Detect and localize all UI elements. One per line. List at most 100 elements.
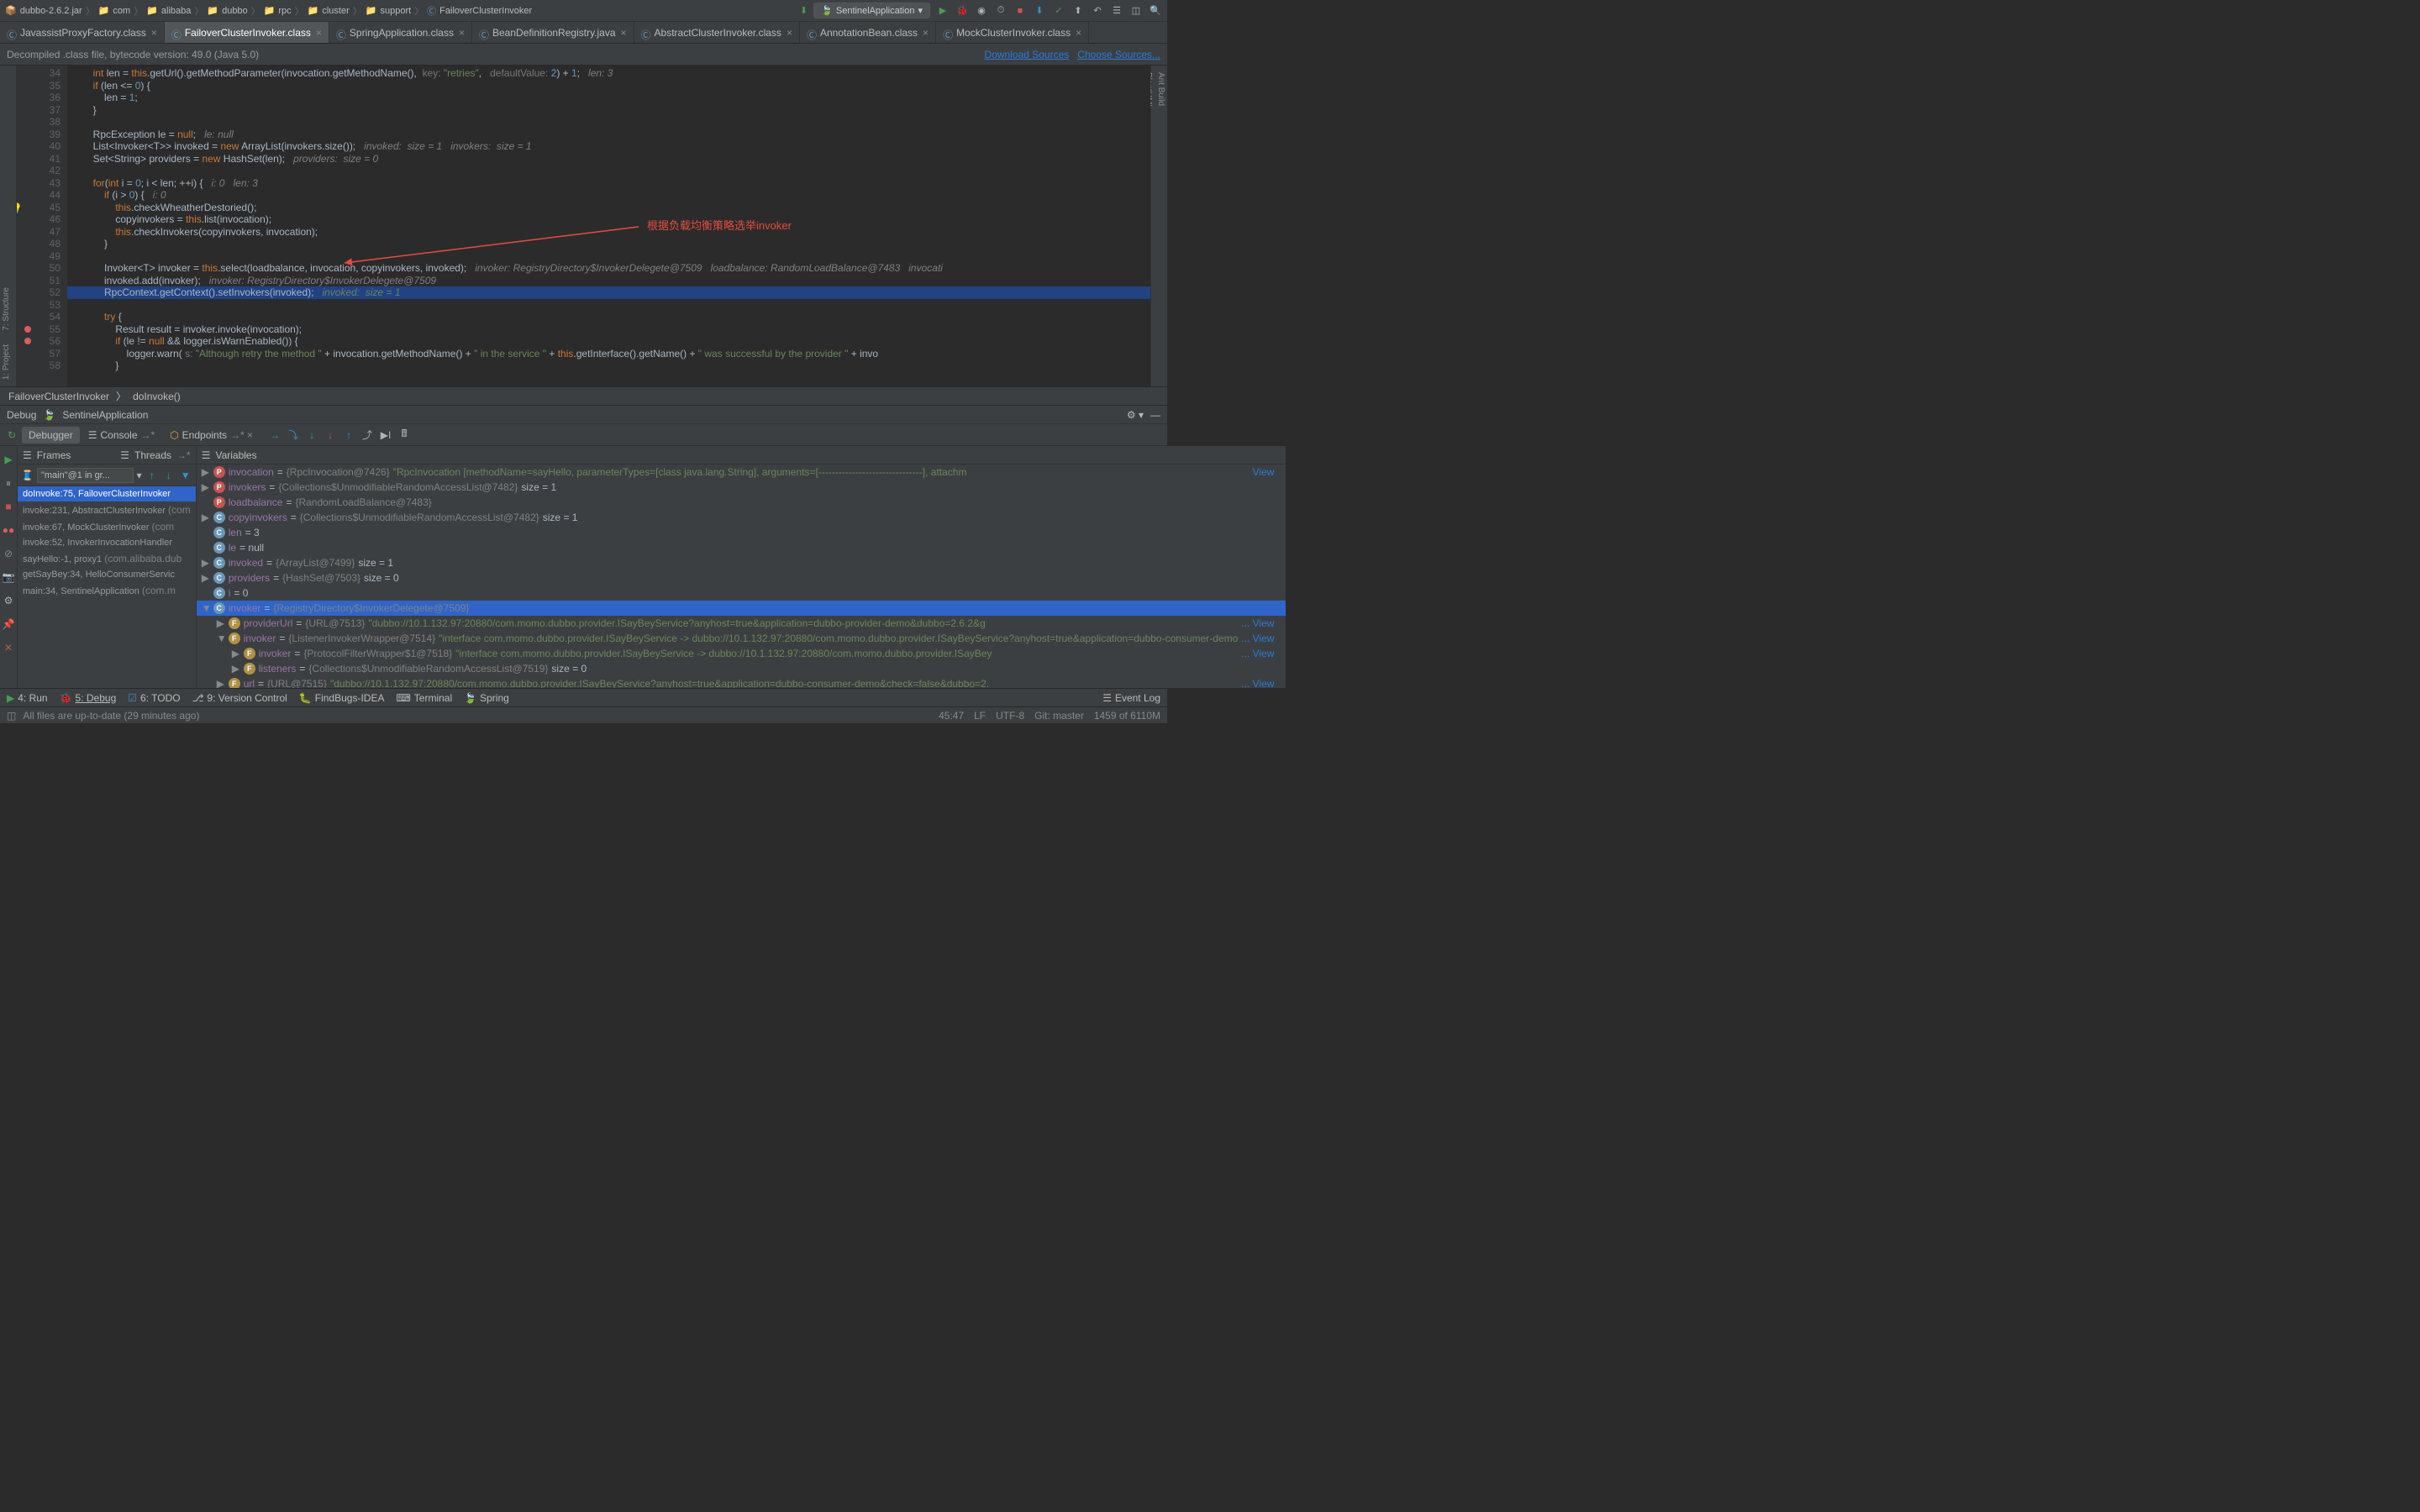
bulb-icon[interactable]: 💡 — [17, 202, 23, 215]
tool-ant[interactable]: Ant Build — [1155, 66, 1167, 386]
tool-project[interactable]: 1: Project — [0, 338, 16, 386]
variable-row[interactable]: ▶Finvoker = {ProtocolFilterWrapper$1@751… — [197, 646, 1286, 661]
terminal-tool[interactable]: ⌨Terminal — [396, 692, 452, 704]
tab-debugger[interactable]: Debugger — [22, 427, 80, 444]
tab-console[interactable]: ☰Console→* — [82, 427, 161, 444]
breakpoints-icon[interactable]: ●● — [0, 522, 17, 538]
run-icon[interactable]: ▶ — [936, 4, 950, 18]
run-tool[interactable]: ▶4: Run — [7, 692, 48, 704]
variable-row[interactable]: ▶FproviderUrl = {URL@7513} "dubbo://10.1… — [197, 616, 1286, 631]
dump-icon[interactable]: 📷 — [0, 569, 17, 585]
download-sources-link[interactable]: Download Sources — [985, 49, 1070, 60]
code-content[interactable]: int len = this.getUrl().getMethodParamet… — [67, 66, 1150, 386]
coverage-icon[interactable]: ◉ — [975, 4, 988, 18]
line-ending[interactable]: LF — [974, 710, 986, 722]
pin-icon[interactable]: 📌 — [0, 616, 17, 633]
thread-select[interactable]: "main"@1 in gr... — [37, 468, 134, 483]
crumb-class[interactable]: FailoverClusterInvoker — [439, 6, 532, 16]
drop-frame-icon[interactable]: ⤴ — [360, 428, 374, 442]
crumb[interactable]: rpc — [278, 6, 291, 16]
evaluate-icon[interactable]: 🖩 — [397, 428, 411, 442]
stack-frame[interactable]: invoke:231, AbstractClusterInvoker (com — [18, 501, 196, 518]
variable-row[interactable]: Cle = null — [197, 540, 1286, 555]
git-branch[interactable]: Git: master — [1034, 710, 1084, 722]
view-link[interactable]: ... View — [1241, 648, 1281, 659]
stack-frame[interactable]: getSayBey:34, HelloConsumerServic — [18, 567, 196, 582]
close-icon[interactable]: × — [151, 27, 157, 39]
resume-icon[interactable]: ▶ — [0, 451, 17, 468]
close-icon[interactable]: × — [316, 27, 322, 39]
frame-list[interactable]: doInvoke:75, FailoverClusterInvokerinvok… — [18, 486, 196, 688]
expand-icon[interactable]: ▶ — [217, 617, 225, 629]
stack-frame[interactable]: invoke:67, MockClusterInvoker (com — [18, 518, 196, 535]
expand-icon[interactable]: ▶ — [202, 557, 210, 569]
threads-label[interactable]: Threads — [134, 449, 171, 461]
vcs-push-icon[interactable]: ⬆ — [1071, 4, 1085, 18]
stack-frame[interactable]: sayHello:-1, proxy1 (com.alibaba.dub — [18, 550, 196, 567]
filter-icon[interactable]: ▼ — [179, 469, 192, 482]
vcs-tool[interactable]: ⎇9: Version Control — [192, 692, 287, 704]
editor-tab[interactable]: ⒸFailoverClusterInvoker.class× — [165, 22, 329, 43]
code-editor[interactable]: 3435363738394041424344💡45464748495051525… — [17, 66, 1150, 386]
expand-icon[interactable]: ▶ — [232, 648, 240, 659]
expand-icon[interactable]: ▼ — [217, 633, 225, 644]
cursor-position[interactable]: 45:47 — [939, 710, 964, 722]
variable-row[interactable]: Clen = 3 — [197, 525, 1286, 540]
stack-frame[interactable]: invoke:52, InvokerInvocationHandler — [18, 535, 196, 550]
crumb[interactable]: cluster — [322, 6, 349, 16]
close-icon[interactable]: × — [786, 27, 792, 39]
variable-row[interactable]: ▼Cinvoker = {RegistryDirectory$InvokerDe… — [197, 601, 1286, 616]
editor-tab[interactable]: ⒸSpringApplication.class× — [329, 22, 472, 43]
next-frame-icon[interactable]: ↓ — [162, 469, 176, 482]
spring-tool[interactable]: 🍃Spring — [464, 692, 509, 704]
crumb-class[interactable]: FailoverClusterInvoker — [8, 391, 109, 402]
pause-icon[interactable]: ⏸ — [0, 475, 17, 491]
tab-endpoints[interactable]: ⬡Endpoints→* × — [163, 427, 260, 444]
view-link[interactable]: ... View — [1241, 617, 1281, 629]
editor-tab[interactable]: ⒸAnnotationBean.class× — [800, 22, 936, 43]
vcs-commit-icon[interactable]: ✓ — [1052, 4, 1065, 18]
force-step-icon[interactable]: ↓ — [324, 428, 337, 442]
todo-tool[interactable]: ☑6: TODO — [128, 692, 180, 704]
variable-row[interactable]: ▶Pinvocation = {RpcInvocation@7426} "Rpc… — [197, 465, 1286, 480]
expand-icon[interactable]: ▶ — [217, 678, 225, 688]
step-into-icon[interactable]: ↓ — [305, 428, 318, 442]
restart-icon[interactable]: ↻ — [3, 427, 20, 444]
crumb[interactable]: com — [113, 6, 130, 16]
debug-tool[interactable]: 🐞5: Debug — [60, 692, 117, 704]
variable-row[interactable]: ▶Pinvokers = {Collections$UnmodifiableRa… — [197, 480, 1286, 495]
close-icon[interactable]: × — [459, 27, 465, 39]
dropdown-icon[interactable]: ▾ — [137, 470, 142, 481]
variable-row[interactable]: Ploadbalance = {RandomLoadBalance@7483} — [197, 495, 1286, 510]
expand-icon[interactable]: ▶ — [202, 466, 210, 478]
search-icon[interactable]: 🔍 — [1149, 4, 1162, 18]
crumb[interactable]: dubbo — [222, 6, 248, 16]
crumb[interactable]: alibaba — [161, 6, 191, 16]
close-icon[interactable]: × — [621, 27, 627, 39]
debug-minimize-icon[interactable]: — — [1150, 409, 1160, 421]
close-icon[interactable]: × — [923, 27, 929, 39]
close-icon[interactable]: ✕ — [0, 639, 17, 656]
variable-list[interactable]: ▶Pinvocation = {RpcInvocation@7426} "Rpc… — [197, 465, 1286, 688]
expand-icon[interactable]: ▶ — [232, 663, 240, 675]
error-marker[interactable] — [24, 338, 31, 344]
view-link[interactable]: View — [1253, 466, 1281, 478]
crumb-jar[interactable]: dubbo-2.6.2.jar — [20, 6, 82, 16]
project-icon[interactable]: ◫ — [1129, 4, 1143, 18]
step-out-icon[interactable]: ↑ — [342, 428, 355, 442]
stop-icon[interactable]: ■ — [1013, 4, 1027, 18]
memory[interactable]: 1459 of 6110M — [1094, 710, 1160, 722]
view-link[interactable]: ... View — [1241, 633, 1281, 644]
history-icon[interactable]: ↶ — [1091, 4, 1104, 18]
debug-icon[interactable]: 🐞 — [955, 4, 969, 18]
crumb[interactable]: support — [380, 6, 411, 16]
expand-icon[interactable]: ▶ — [202, 512, 210, 523]
run-cursor-icon[interactable]: ▶I — [379, 428, 392, 442]
variable-row[interactable]: ▶Furl = {URL@7515} "dubbo://10.1.132.97:… — [197, 676, 1286, 688]
event-log[interactable]: ☰Event Log — [1102, 692, 1160, 704]
editor-tab[interactable]: ⒸAbstractClusterInvoker.class× — [634, 22, 800, 43]
crumb-method[interactable]: doInvoke() — [133, 391, 181, 402]
build-icon[interactable]: ⬇ — [800, 5, 808, 16]
vcs-icon[interactable]: ⬇ — [1033, 4, 1046, 18]
debug-settings-icon[interactable]: ⚙ ▾ — [1127, 409, 1144, 421]
